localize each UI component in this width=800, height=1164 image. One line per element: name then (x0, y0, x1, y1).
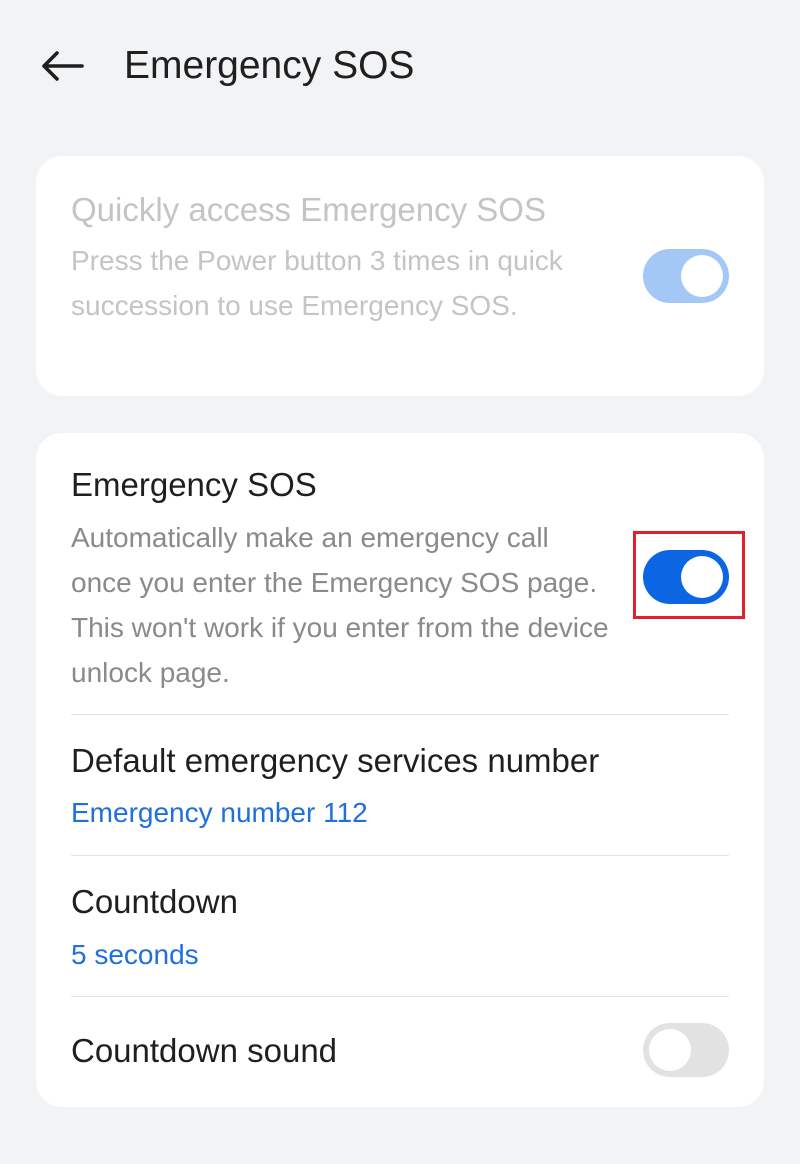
countdown-title: Countdown (71, 883, 238, 920)
default-number-title: Default emergency services number (71, 742, 600, 779)
quick-access-toggle[interactable] (643, 249, 729, 303)
toggle-knob (681, 255, 723, 297)
arrow-left-icon (42, 51, 84, 81)
page-title: Emergency SOS (124, 44, 415, 87)
back-button[interactable] (36, 44, 88, 88)
header-bar: Emergency SOS (0, 0, 800, 130)
countdown-value: 5 seconds (71, 939, 199, 970)
highlight-annotation-box (633, 531, 745, 619)
quick-access-description: Press the Power button 3 times in quick … (71, 245, 563, 321)
countdown-sound-title: Countdown sound (71, 1032, 338, 1069)
countdown-sound-row[interactable]: Countdown sound (36, 997, 764, 1107)
emergency-sos-title: Emergency SOS (71, 466, 317, 503)
countdown-sound-toggle[interactable] (643, 1023, 729, 1077)
toggle-knob (649, 1029, 691, 1071)
quick-access-card: Quickly access Emergency SOS Press the P… (36, 156, 764, 396)
default-number-row[interactable]: Default emergency services number Emerge… (36, 715, 764, 855)
default-number-value: Emergency number 112 (71, 797, 368, 828)
quick-access-title: Quickly access Emergency SOS (71, 191, 546, 228)
emergency-sos-description: Automatically make an emergency call onc… (71, 522, 609, 688)
countdown-row[interactable]: Countdown 5 seconds (36, 856, 764, 996)
